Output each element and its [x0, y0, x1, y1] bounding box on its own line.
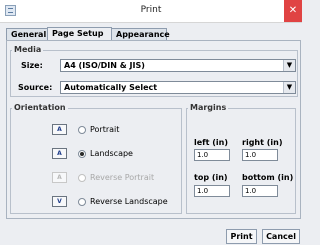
landscape-radio[interactable] — [78, 150, 86, 158]
right-margin-label: right (in) — [242, 138, 283, 147]
top-margin-input[interactable]: 1.0 — [194, 185, 230, 197]
size-value: A4 (ISO/DIN & JIS) — [64, 61, 145, 70]
top-margin-label: top (in) — [194, 173, 228, 182]
close-icon: ✕ — [288, 5, 298, 16]
close-button[interactable]: ✕ — [284, 0, 302, 22]
portrait-icon: A — [52, 124, 67, 135]
size-select[interactable]: A4 (ISO/DIN & JIS) ▼ — [60, 59, 296, 72]
margins-group-title: Margins — [188, 103, 229, 112]
title-bar: Print ✕ — [0, 0, 302, 23]
reverse-landscape-label[interactable]: Reverse Landscape — [90, 197, 168, 206]
left-margin-input[interactable]: 1.0 — [194, 149, 230, 161]
cancel-button[interactable]: Cancel — [262, 229, 300, 244]
media-group-title: Media — [12, 45, 44, 54]
tab-general[interactable]: General — [6, 28, 48, 40]
reverse-portrait-label[interactable]: Reverse Portrait — [90, 173, 154, 182]
tab-appearance[interactable]: Appearance — [111, 28, 170, 40]
chevron-down-icon[interactable]: ▼ — [283, 60, 295, 71]
landscape-label[interactable]: Landscape — [90, 149, 133, 158]
portrait-radio[interactable] — [78, 126, 86, 134]
reverse-landscape-icon: V — [52, 196, 67, 207]
size-label: Size: — [21, 61, 43, 70]
left-margin-label: left (in) — [194, 138, 229, 147]
portrait-label[interactable]: Portrait — [90, 125, 119, 134]
chevron-down-icon[interactable]: ▼ — [283, 82, 295, 93]
print-button[interactable]: Print — [226, 229, 257, 244]
reverse-landscape-radio[interactable] — [78, 198, 86, 206]
orientation-group-title: Orientation — [12, 103, 68, 112]
source-value: Automatically Select — [64, 83, 158, 92]
margins-group — [186, 108, 296, 214]
right-margin-input[interactable]: 1.0 — [242, 149, 278, 161]
source-select[interactable]: Automatically Select ▼ — [60, 81, 296, 94]
tab-page-setup[interactable]: Page Setup — [47, 27, 112, 41]
bottom-margin-input[interactable]: 1.0 — [242, 185, 278, 197]
source-label: Source: — [18, 83, 53, 92]
landscape-icon: A — [52, 148, 67, 159]
reverse-portrait-radio[interactable] — [78, 174, 86, 182]
bottom-margin-label: bottom (in) — [242, 173, 294, 182]
window-title: Print — [140, 5, 162, 15]
reverse-portrait-icon: A — [52, 172, 67, 183]
